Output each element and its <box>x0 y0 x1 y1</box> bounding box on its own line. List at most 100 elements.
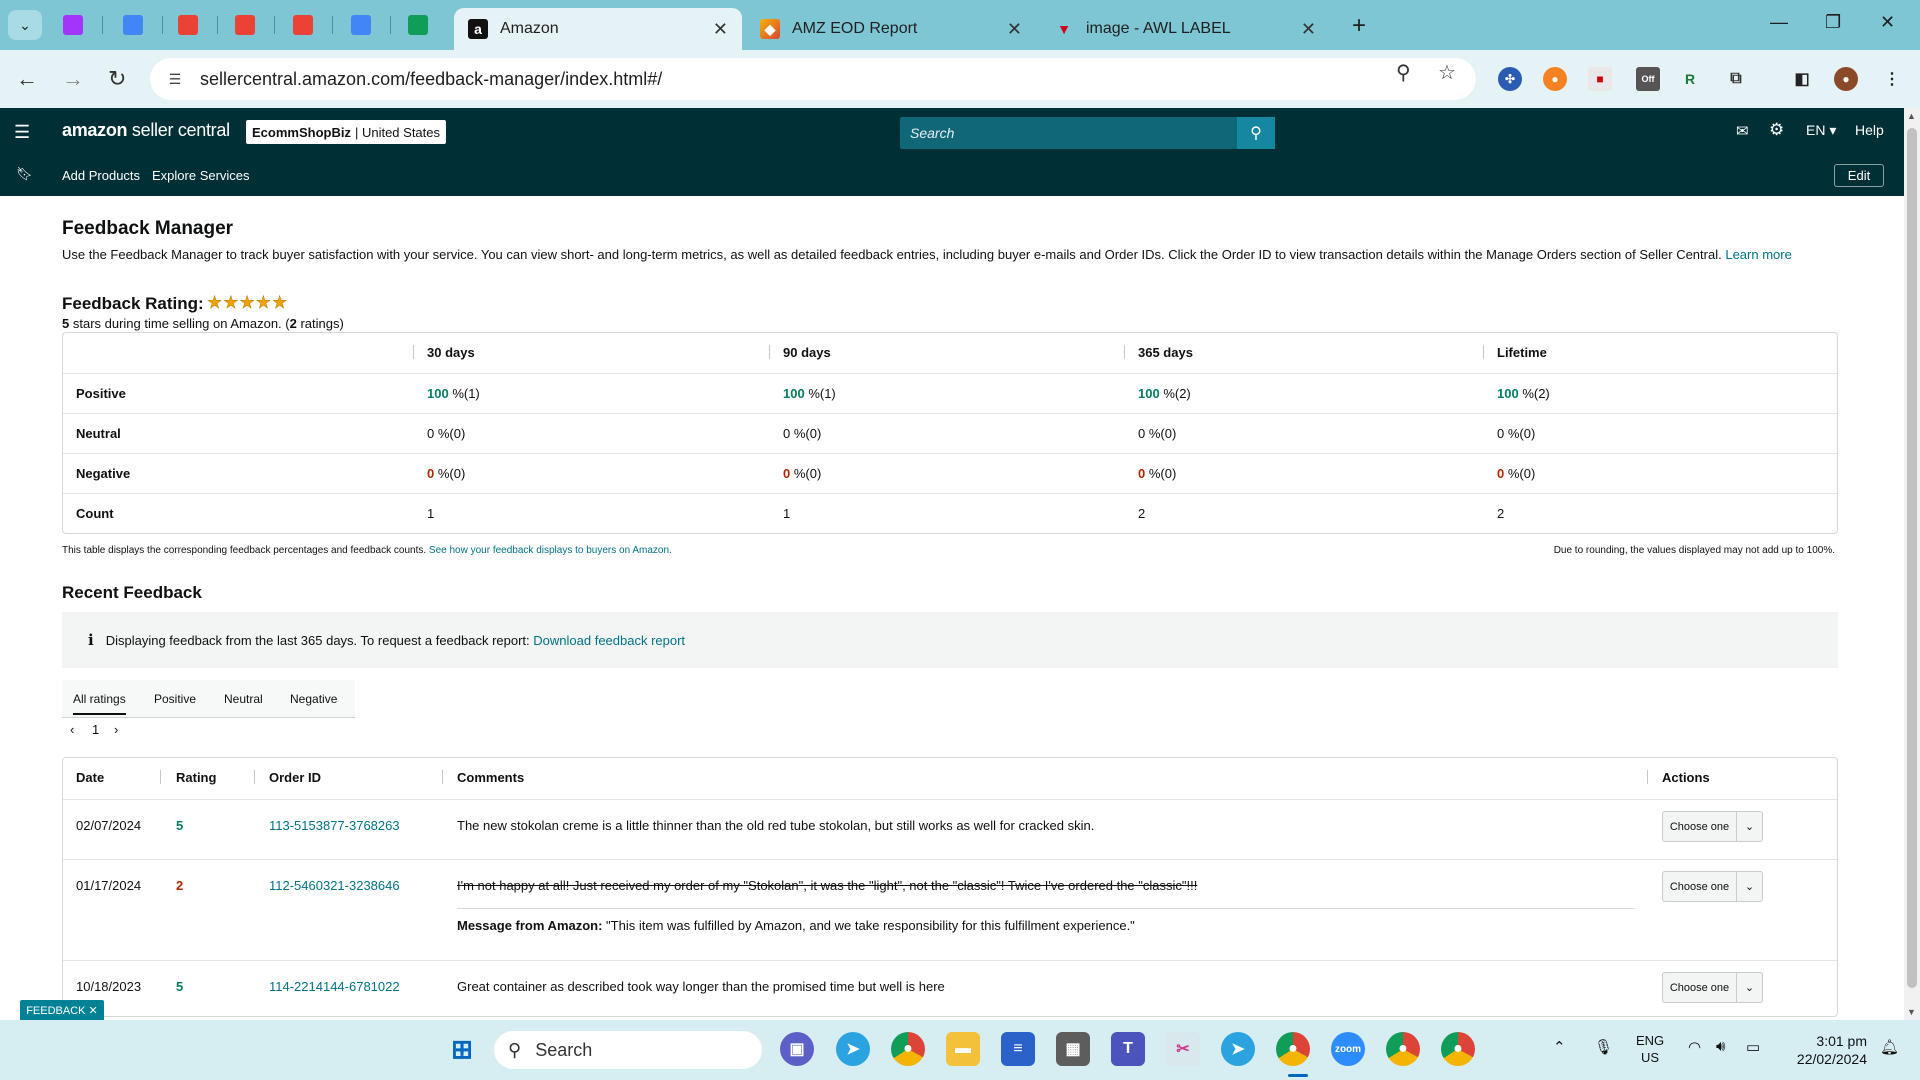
pinned-tab-docs-icon[interactable] <box>120 12 146 38</box>
download-report-link[interactable]: Download feedback report <box>533 633 685 648</box>
extension-off-icon[interactable]: Off <box>1636 67 1660 91</box>
chrome-profile-2-icon[interactable]: ● <box>1386 1032 1420 1066</box>
tab-negative[interactable]: Negative <box>290 692 337 706</box>
tab-amazon[interactable]: a Amazon ✕ <box>454 8 742 50</box>
scrollbar-thumb[interactable] <box>1907 128 1917 988</box>
pinned-tab-sheets-icon[interactable] <box>405 12 431 38</box>
teams-chat-icon[interactable]: ▣ <box>780 1032 814 1066</box>
extension-rs-icon[interactable]: R <box>1678 67 1702 91</box>
store-switcher[interactable]: EcommShopBiz | United States <box>246 120 447 144</box>
notepad-icon[interactable]: ≡ <box>1001 1032 1035 1066</box>
row-rating: 5 <box>176 979 184 994</box>
pinned-tab-messenger-icon[interactable] <box>60 12 86 38</box>
next-page-icon[interactable]: › <box>114 722 118 737</box>
snipping-tool-icon[interactable]: ✂ <box>1166 1032 1200 1066</box>
metrics-cell: 0 %(0) <box>1138 426 1176 441</box>
pinned-tab-docs-2-icon[interactable] <box>348 12 374 38</box>
help-link[interactable]: Help <box>1855 122 1884 138</box>
prev-page-icon[interactable]: ‹ <box>70 722 74 737</box>
new-tab-plus-icon[interactable]: + <box>1352 12 1366 40</box>
chrome-icon[interactable]: ● <box>891 1032 925 1066</box>
tab-amz-eod-report[interactable]: ◆ AMZ EOD Report ✕ <box>746 8 1036 50</box>
order-id-link[interactable]: 113-5153877-3768263 <box>269 818 400 833</box>
browser-toolbar: ← → ↻ ☰ sellercentral.amazon.com/feedbac… <box>0 50 1920 108</box>
bookmark-icon[interactable]: 🔖︎ <box>16 166 33 182</box>
extension-2-icon[interactable]: ● <box>1543 67 1567 91</box>
choose-action-dropdown[interactable]: Choose one ⌄ <box>1662 972 1763 1003</box>
hamburger-menu-icon[interactable]: ☰ <box>14 122 30 143</box>
back-arrow-icon[interactable]: ← <box>16 66 38 92</box>
chrome-menu-icon[interactable]: ⋮ <box>1880 67 1904 91</box>
pinned-tab-gmail-1-icon[interactable] <box>175 12 201 38</box>
forward-arrow-icon[interactable]: → <box>62 66 84 92</box>
taskbar-search[interactable]: ⚲ Search <box>494 1031 762 1069</box>
page-number[interactable]: 1 <box>92 722 99 737</box>
tab-neutral[interactable]: Neutral <box>224 692 263 706</box>
telegram-2-icon[interactable]: ➤ <box>1221 1032 1255 1066</box>
scroll-up-icon[interactable]: ▲ <box>1907 111 1916 121</box>
extension-1-icon[interactable]: ✣ <box>1498 67 1522 91</box>
metrics-count: %(1) <box>804 386 836 401</box>
feedback-display-link[interactable]: See how your feedback displays to buyers… <box>429 545 672 556</box>
page-scrollbar[interactable]: ▲ ▼ <box>1904 108 1920 1020</box>
order-id-link[interactable]: 112-5460321-3238646 <box>269 878 400 893</box>
language-indicator[interactable]: ENG US <box>1636 1032 1664 1066</box>
calculator-icon[interactable]: ▦ <box>1056 1032 1090 1066</box>
volume-icon[interactable]: 🔊︎ <box>1716 1038 1725 1055</box>
close-window-icon[interactable]: ✕ <box>1880 12 1895 33</box>
mail-icon[interactable]: ✉ <box>1736 122 1749 140</box>
tab-positive[interactable]: Positive <box>154 692 196 706</box>
language-selector[interactable]: EN ▾ <box>1806 122 1836 139</box>
learn-more-link[interactable]: Learn more <box>1725 247 1791 262</box>
show-hidden-icons-chevron-icon[interactable]: ⌃ <box>1553 1038 1566 1056</box>
choose-action-dropdown[interactable]: Choose one ⌄ <box>1662 871 1763 902</box>
metrics-cell: 100 %(2) <box>1138 386 1191 401</box>
extension-3-icon[interactable]: ■ <box>1588 67 1612 91</box>
chrome-profile-1-icon[interactable]: ● <box>1276 1032 1310 1066</box>
side-panel-icon[interactable]: ◧ <box>1790 67 1814 91</box>
metrics-cell: 1 <box>783 506 790 521</box>
zoom-app-icon[interactable]: zoom <box>1331 1032 1365 1066</box>
pinned-tab-gmail-3-icon[interactable] <box>290 12 316 38</box>
microphone-icon[interactable]: 🎙︎ <box>1594 1038 1613 1056</box>
feedback-widget-tab[interactable]: FEEDBACK ✕ <box>20 1000 104 1020</box>
notification-bell-icon[interactable]: 🔔︎ <box>1880 1038 1899 1056</box>
close-tab-icon[interactable]: ✕ <box>1301 19 1316 40</box>
edit-button[interactable]: Edit <box>1834 164 1884 187</box>
tab-awl-label[interactable]: ▼ image - AWL LABEL ✕ <box>1040 8 1330 50</box>
gear-icon[interactable]: ⚙ <box>1769 120 1784 140</box>
tab-all-ratings[interactable]: All ratings <box>73 692 126 715</box>
file-explorer-icon[interactable]: ▬ <box>946 1032 980 1066</box>
explore-services-link[interactable]: Explore Services <box>152 168 250 183</box>
telegram-icon[interactable]: ➤ <box>836 1032 870 1066</box>
address-bar[interactable]: ☰ sellercentral.amazon.com/feedback-mana… <box>150 58 1476 100</box>
zoom-icon[interactable]: ⚲ <box>1396 60 1411 85</box>
seller-central-logo[interactable]: amazon seller central <box>62 120 230 141</box>
chrome-profile-3-icon[interactable]: ● <box>1441 1032 1475 1066</box>
bookmark-star-icon[interactable]: ☆ <box>1438 60 1456 85</box>
tab-search-chevron-icon[interactable]: ⌄ <box>8 10 42 40</box>
scroll-down-icon[interactable]: ▼ <box>1907 1007 1916 1017</box>
reload-icon[interactable]: ↻ <box>108 66 126 92</box>
tab-title: image - AWL LABEL <box>1086 20 1231 37</box>
search-icon[interactable]: ⚲ <box>1237 117 1275 149</box>
close-tab-icon[interactable]: ✕ <box>713 19 728 40</box>
order-id-link[interactable]: 114-2214144-6781022 <box>269 979 400 994</box>
restore-icon[interactable]: ❐ <box>1825 12 1841 33</box>
choose-action-dropdown[interactable]: Choose one ⌄ <box>1662 811 1763 842</box>
close-tab-icon[interactable]: ✕ <box>1007 19 1022 40</box>
extensions-puzzle-icon[interactable]: ⧉ <box>1724 67 1748 91</box>
seller-search-box[interactable]: Search ⚲ <box>900 117 1275 149</box>
search-input[interactable]: Search <box>900 117 1237 149</box>
system-clock[interactable]: 3:01 pm 22/02/2024 <box>1787 1032 1867 1068</box>
teams-icon[interactable]: T <box>1111 1032 1145 1066</box>
site-info-icon[interactable]: ☰ <box>164 68 186 90</box>
metrics-col-header: 90 days <box>783 345 831 360</box>
battery-icon[interactable]: ▭ <box>1746 1038 1760 1056</box>
wifi-icon[interactable]: ◠ <box>1688 1038 1701 1056</box>
minimize-icon[interactable]: — <box>1770 12 1788 33</box>
add-products-link[interactable]: Add Products <box>62 168 140 183</box>
profile-avatar[interactable]: ● <box>1834 67 1858 91</box>
pinned-tab-gmail-2-icon[interactable] <box>232 12 258 38</box>
windows-start-icon[interactable]: ⊞ <box>445 1032 479 1066</box>
